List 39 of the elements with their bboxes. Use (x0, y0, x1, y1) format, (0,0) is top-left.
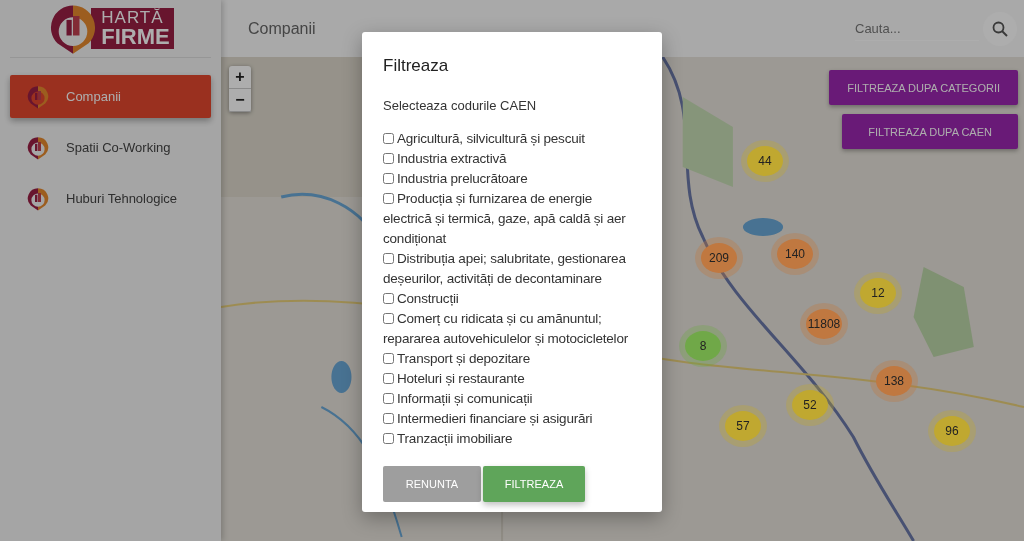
checkbox-option[interactable]: Industria extractivă (383, 149, 641, 169)
checkbox-option[interactable]: Agricultură, silvicultură și pescuit (383, 129, 641, 149)
sidebar-item[interactable]: Spatii Co-Working (10, 126, 211, 169)
checkbox[interactable] (383, 173, 394, 184)
map-pin-icon (26, 135, 50, 160)
checkbox-option[interactable]: Tranzacții imobiliare (383, 429, 641, 449)
map-pin-icon (26, 84, 50, 109)
checkbox-option[interactable]: Distribuția apei; salubritate, gestionarea deșeurilor, activități de decontaminare (383, 249, 641, 289)
checkbox-option[interactable]: Intermedieri financiare și asigurări (383, 409, 641, 429)
checkbox[interactable] (383, 133, 394, 144)
checkbox[interactable] (383, 433, 394, 444)
dialog-subtitle: Selecteaza codurile CAEN (383, 98, 538, 113)
search-field[interactable]: Cauta... (855, 16, 979, 41)
checkbox-option[interactable]: Transport și depozitare (383, 349, 641, 369)
checkbox[interactable] (383, 293, 394, 304)
checkbox-option[interactable]: Informații și comunicații (383, 389, 641, 409)
search-icon (992, 20, 1008, 37)
map-pin-icon (26, 186, 50, 211)
sidebar-item[interactable]: Huburi Tehnologice (10, 177, 211, 220)
logo-wordmark: HARTĂ FIRME (91, 8, 174, 49)
dialog-title: Filtreaza (383, 56, 450, 76)
checkbox-option[interactable]: Hoteluri și restaurante (383, 369, 641, 389)
checkbox[interactable] (383, 153, 394, 164)
zoom-in-button[interactable]: + (229, 66, 251, 89)
checkbox[interactable] (383, 193, 394, 204)
checkbox-option[interactable]: Industria prelucrătoare (383, 169, 641, 189)
checkbox-option[interactable]: Construcții (383, 289, 641, 309)
checkbox[interactable] (383, 373, 394, 384)
filter-button[interactable]: FILTREAZA DUPA CAEN (842, 114, 1018, 149)
checkbox[interactable] (383, 413, 394, 424)
page-title: Companii (248, 19, 316, 38)
checkbox-option[interactable]: Producția și furnizarea de energie electrică și termică, gaze, apă caldă și aer condiționat (383, 189, 641, 249)
checkbox[interactable] (383, 313, 394, 324)
filter-button[interactable]: FILTREAZA DUPA CATEGORII (829, 70, 1018, 105)
checkbox[interactable] (383, 253, 394, 264)
zoom-out-button[interactable]: − (229, 89, 251, 112)
checkbox-option[interactable]: Comerț cu ridicata și cu amănuntul; repararea autovehiculelor și motocicletelor (383, 309, 641, 349)
checkbox[interactable] (383, 353, 394, 364)
checkbox[interactable] (383, 393, 394, 404)
